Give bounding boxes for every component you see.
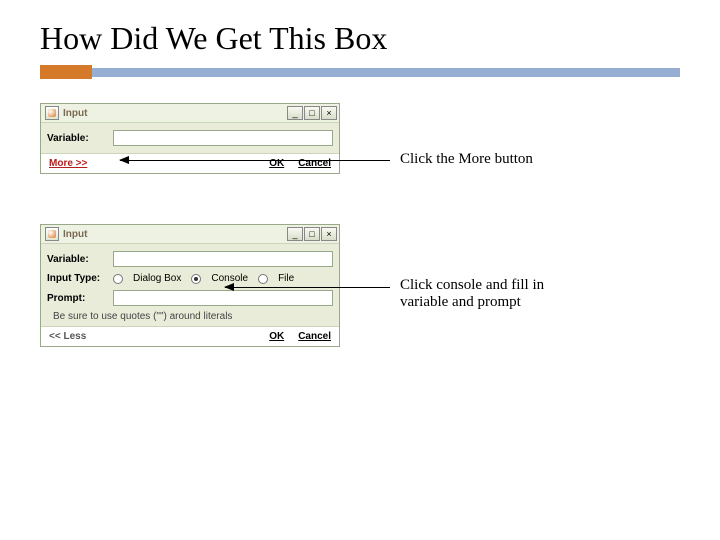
title-accent-block <box>40 65 92 79</box>
app-icon <box>45 227 59 241</box>
slide-title: How Did We Get This Box <box>0 0 720 65</box>
radio-dialog-box[interactable] <box>113 274 123 284</box>
maximize-icon[interactable]: □ <box>304 106 320 120</box>
ok-button[interactable]: OK <box>269 331 284 342</box>
dialog-titlebar: Input _ □ × <box>41 225 339 244</box>
minimize-icon[interactable]: _ <box>287 227 303 241</box>
input-dialog-collapsed: Input _ □ × Variable: More >> OK Cancel <box>40 103 340 174</box>
cancel-button[interactable]: Cancel <box>298 331 331 342</box>
annotation-step2-line1: Click console and fill in <box>400 277 544 294</box>
input-dialog-expanded: Input _ □ × Variable: Input Type: Dialog… <box>40 224 340 347</box>
annotation-arrow-1 <box>120 160 390 161</box>
dialog-body: Variable: <box>41 123 339 153</box>
variable-label: Variable: <box>47 133 107 144</box>
more-button[interactable]: More >> <box>49 158 87 169</box>
dialog-titlebar: Input _ □ × <box>41 104 339 123</box>
title-accent-bar <box>92 68 680 77</box>
variable-input[interactable] <box>113 130 333 146</box>
close-icon[interactable]: × <box>321 227 337 241</box>
radio-dialog-box-label: Dialog Box <box>133 273 181 284</box>
prompt-input[interactable] <box>113 290 333 306</box>
title-underline <box>40 65 680 79</box>
hint-text: Be sure to use quotes ("") around litera… <box>47 309 333 322</box>
dialog-footer: More >> OK Cancel <box>41 153 339 173</box>
input-type-label: Input Type: <box>47 273 107 284</box>
close-icon[interactable]: × <box>321 106 337 120</box>
dialog-title-text: Input <box>63 229 87 240</box>
less-button[interactable]: << Less <box>49 331 86 342</box>
radio-file[interactable] <box>258 274 268 284</box>
radio-file-label: File <box>278 273 294 284</box>
variable-input[interactable] <box>113 251 333 267</box>
variable-label: Variable: <box>47 254 107 265</box>
annotation-step1: Click the More button <box>400 151 533 168</box>
dialog-footer: << Less OK Cancel <box>41 326 339 346</box>
dialog-body: Variable: Input Type: Dialog Box Console… <box>41 244 339 326</box>
annotation-arrow-2 <box>225 287 390 288</box>
dialog-title-text: Input <box>63 108 87 119</box>
radio-console[interactable] <box>191 274 201 284</box>
prompt-label: Prompt: <box>47 293 107 304</box>
app-icon <box>45 106 59 120</box>
minimize-icon[interactable]: _ <box>287 106 303 120</box>
annotation-step2-line2: variable and prompt <box>400 294 521 311</box>
maximize-icon[interactable]: □ <box>304 227 320 241</box>
